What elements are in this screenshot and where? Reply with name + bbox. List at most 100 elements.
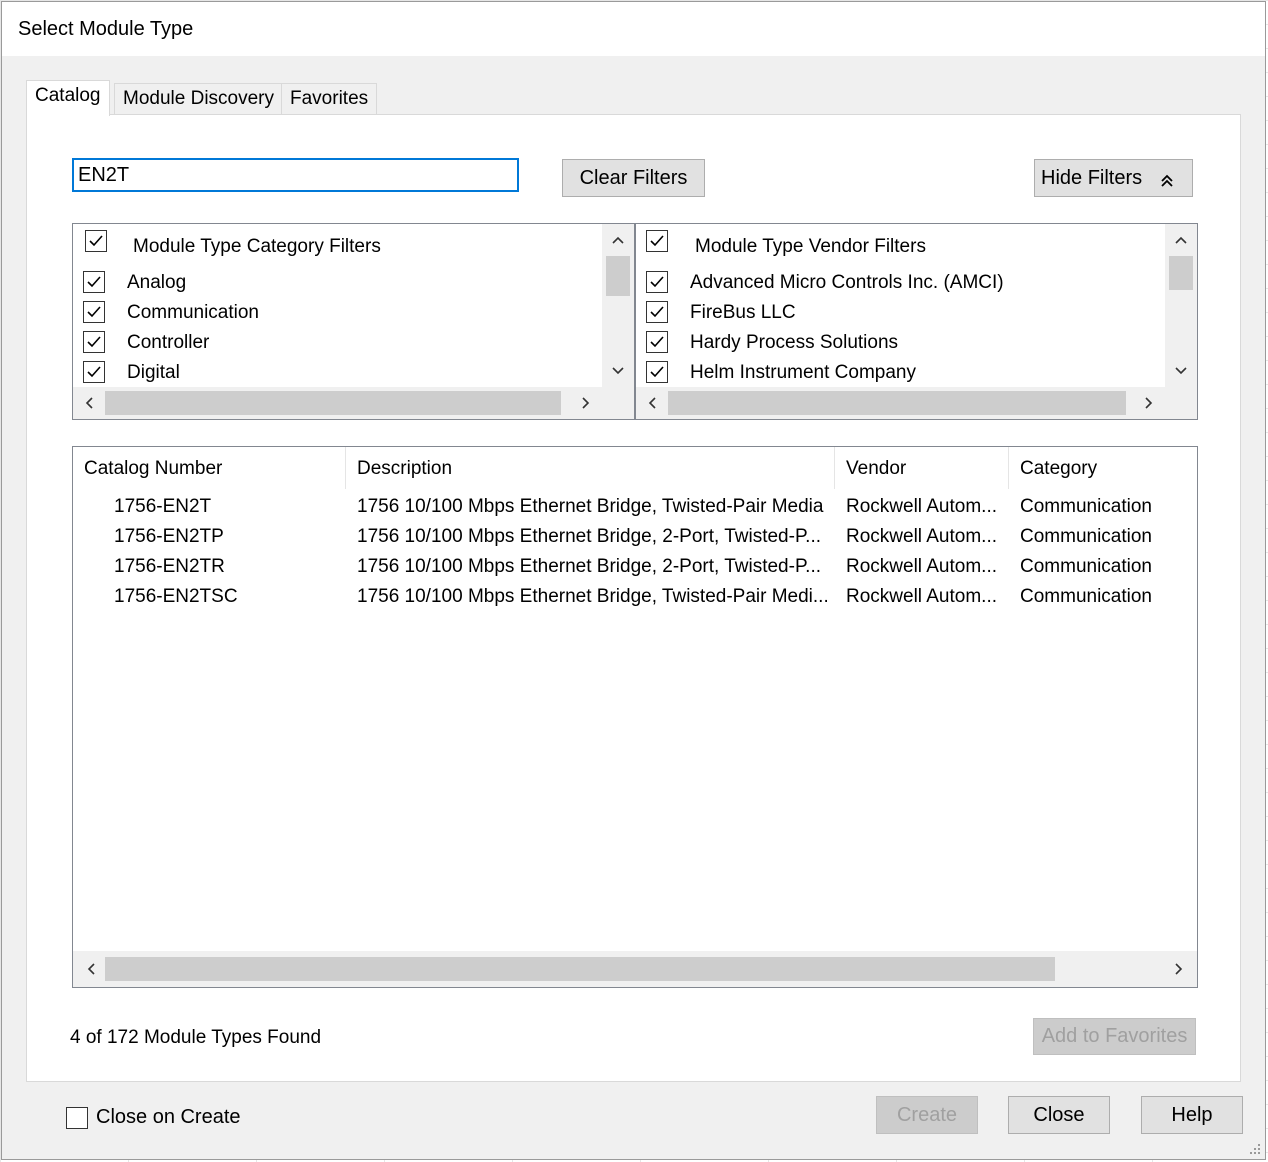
checkbox-checked-icon: [87, 306, 101, 318]
column-header-category[interactable]: Category: [1009, 447, 1199, 489]
scrollbar-thumb[interactable]: [105, 957, 1055, 981]
cell-catalog-number: 1756-EN2TP: [114, 526, 224, 547]
resize-grip-icon[interactable]: [1247, 1141, 1261, 1155]
create-button[interactable]: Create: [876, 1096, 978, 1134]
filter-label: FireBus LLC: [690, 302, 796, 323]
filter-checkbox[interactable]: [646, 301, 668, 323]
vendor-filter-firebus[interactable]: FireBus LLC: [636, 298, 1156, 328]
category-filters-panel: Module Type Category Filters Analog Comm…: [72, 223, 635, 420]
filter-checkbox[interactable]: [646, 271, 668, 293]
tab-module-discovery[interactable]: Module Discovery: [114, 83, 283, 115]
table-row[interactable]: 1756-EN2TP 1756 10/100 Mbps Ethernet Bri…: [73, 522, 1197, 552]
close-on-create-checkbox[interactable]: [66, 1107, 88, 1129]
checkbox-checked-icon: [89, 235, 103, 247]
add-to-favorites-label: Add to Favorites: [1041, 1025, 1188, 1047]
filter-checkbox[interactable]: [83, 301, 105, 323]
tab-favorites[interactable]: Favorites: [281, 83, 378, 115]
chevron-right-icon[interactable]: [1135, 389, 1163, 417]
column-header-description[interactable]: Description: [346, 447, 835, 489]
close-on-create-label: Close on Create: [96, 1106, 241, 1128]
chevron-left-icon[interactable]: [638, 389, 666, 417]
help-label: Help: [1171, 1103, 1213, 1126]
vendor-filter-helm[interactable]: Helm Instrument Company: [636, 358, 1156, 387]
filter-label: Analog: [127, 272, 187, 293]
table-row[interactable]: 1756-EN2TSC 1756 10/100 Mbps Ethernet Br…: [73, 582, 1197, 612]
filter-checkbox[interactable]: [646, 361, 668, 383]
chevron-up-icon[interactable]: [1167, 226, 1195, 254]
checkbox-checked-icon: [650, 306, 664, 318]
category-filter-communication[interactable]: Communication: [73, 298, 593, 328]
filter-label: Hardy Process Solutions: [690, 332, 899, 353]
scrollbar-thumb[interactable]: [1169, 256, 1193, 290]
cell-vendor: Rockwell Autom...: [846, 586, 997, 607]
cell-category: Communication: [1020, 586, 1152, 607]
checkbox-checked-icon: [650, 276, 664, 288]
help-button[interactable]: Help: [1141, 1096, 1243, 1134]
results-count-status: 4 of 172 Module Types Found: [70, 1027, 322, 1048]
category-select-all-checkbox[interactable]: [85, 230, 107, 252]
checkbox-checked-icon: [650, 336, 664, 348]
chevron-right-icon[interactable]: [1165, 955, 1193, 983]
cell-description: 1756 10/100 Mbps Ethernet Bridge, 2-Port…: [357, 556, 822, 577]
category-filters-header: Module Type Category Filters: [133, 236, 381, 257]
chevron-left-icon[interactable]: [77, 955, 105, 983]
cell-vendor: Rockwell Autom...: [846, 556, 997, 577]
chevron-up-icon[interactable]: [604, 226, 632, 254]
filter-checkbox[interactable]: [83, 271, 105, 293]
category-filter-analog[interactable]: Analog: [73, 268, 593, 298]
hide-filters-button[interactable]: Hide Filters: [1034, 159, 1193, 197]
checkbox-checked-icon: [87, 276, 101, 288]
category-filters-list: Module Type Category Filters Analog Comm…: [73, 224, 602, 387]
close-label: Close: [1033, 1103, 1085, 1126]
tab-catalog[interactable]: Catalog: [26, 80, 110, 116]
create-label: Create: [896, 1103, 958, 1126]
filter-label: Communication: [127, 302, 259, 323]
scrollbar-thumb[interactable]: [668, 391, 1126, 415]
filter-label: Digital: [127, 362, 180, 383]
hide-filters-label: Hide Filters: [1041, 166, 1143, 189]
catalog-tab-panel: Clear Filters Hide Filters Module Type C…: [26, 114, 1241, 1082]
vendor-vertical-scrollbar[interactable]: [1165, 224, 1197, 387]
close-button[interactable]: Close: [1008, 1096, 1110, 1134]
cell-catalog-number: 1756-EN2TSC: [114, 586, 238, 607]
table-row[interactable]: 1756-EN2T 1756 10/100 Mbps Ethernet Brid…: [73, 492, 1197, 522]
vendor-filter-hardy[interactable]: Hardy Process Solutions: [636, 328, 1156, 358]
filter-label: Advanced Micro Controls Inc. (AMCI): [690, 272, 1004, 293]
category-filter-digital[interactable]: Digital: [73, 358, 593, 387]
filter-label: Controller: [127, 332, 210, 353]
vendor-horizontal-scrollbar[interactable]: [636, 387, 1197, 419]
chevron-down-icon[interactable]: [604, 357, 632, 385]
scrollbar-thumb[interactable]: [105, 391, 561, 415]
column-header-vendor[interactable]: Vendor: [835, 447, 1009, 489]
scrollbar-thumb[interactable]: [606, 256, 630, 296]
chevron-down-icon[interactable]: [1167, 357, 1195, 385]
vendor-filters-list: Module Type Vendor Filters Advanced Micr…: [636, 224, 1165, 387]
checkbox-checked-icon: [87, 336, 101, 348]
clear-filters-button[interactable]: Clear Filters: [562, 159, 705, 197]
chevron-right-icon[interactable]: [572, 389, 600, 417]
add-to-favorites-button[interactable]: Add to Favorites: [1033, 1018, 1196, 1055]
results-horizontal-scrollbar[interactable]: [73, 951, 1197, 987]
vendor-filter-amci[interactable]: Advanced Micro Controls Inc. (AMCI): [636, 268, 1156, 298]
cell-category: Communication: [1020, 496, 1152, 517]
chevron-left-icon[interactable]: [75, 389, 103, 417]
column-header-catalog-number[interactable]: Catalog Number: [73, 447, 346, 489]
filter-checkbox[interactable]: [83, 361, 105, 383]
category-filter-controller[interactable]: Controller: [73, 328, 593, 358]
table-row[interactable]: 1756-EN2TR 1756 10/100 Mbps Ethernet Bri…: [73, 552, 1197, 582]
module-results-grid: Catalog Number Description Vendor Catego…: [72, 446, 1198, 988]
filter-checkbox[interactable]: [646, 331, 668, 353]
select-module-type-dialog: Select Module Type Catalog Module Discov…: [1, 1, 1266, 1160]
cell-catalog-number: 1756-EN2T: [114, 496, 212, 517]
search-input[interactable]: [72, 158, 519, 192]
double-chevron-up-icon: [1160, 171, 1174, 194]
cell-catalog-number: 1756-EN2TR: [114, 556, 225, 577]
vendor-select-all-checkbox[interactable]: [646, 230, 668, 252]
checkbox-checked-icon: [650, 235, 664, 247]
vendor-filters-header: Module Type Vendor Filters: [695, 236, 926, 257]
cell-category: Communication: [1020, 556, 1152, 577]
clear-filters-label: Clear Filters: [579, 166, 688, 189]
filter-checkbox[interactable]: [83, 331, 105, 353]
category-horizontal-scrollbar[interactable]: [73, 387, 634, 419]
category-vertical-scrollbar[interactable]: [602, 224, 634, 387]
